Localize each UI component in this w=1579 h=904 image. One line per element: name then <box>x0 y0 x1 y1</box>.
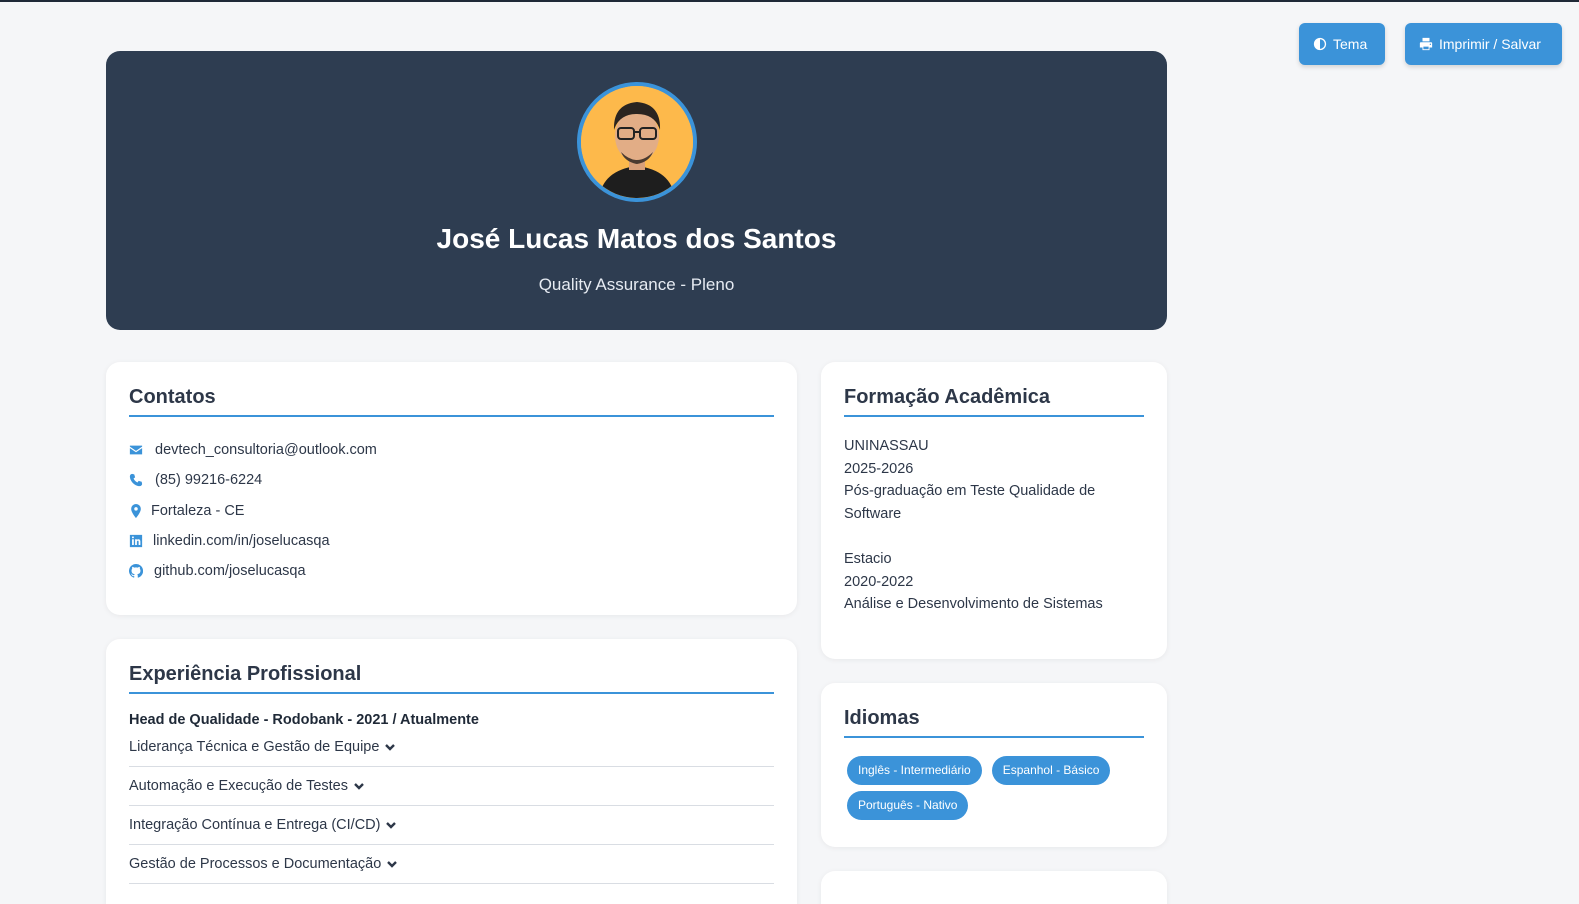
education-list: UNINASSAU 2025-2026 Pós-graduação em Tes… <box>844 435 1144 616</box>
contact-email-text: devtech_consultoria@outlook.com <box>155 442 377 459</box>
contact-github-text: github.com/joselucasqa <box>154 563 306 580</box>
accordion-label: Liderança Técnica e Gestão de Equipe <box>129 739 380 755</box>
avatar <box>577 82 697 202</box>
avatar-portrait <box>581 86 693 198</box>
experience-card: Experiência Profissional Head de Qualida… <box>106 639 797 904</box>
languages-card: Idiomas Inglês - Intermediário Espanhol … <box>821 683 1167 847</box>
education-entry: Estacio 2020-2022 Análise e Desenvolvime… <box>844 548 1144 616</box>
accordion-cicd[interactable]: Integração Contínua e Entrega (CI/CD) <box>129 806 774 845</box>
education-entry: UNINASSAU 2025-2026 Pós-graduação em Tes… <box>844 435 1144 525</box>
theme-button[interactable]: Tema <box>1299 23 1385 65</box>
profile-name: José Lucas Matos dos Santos <box>436 223 837 254</box>
next-card <box>821 871 1167 904</box>
contact-location-text: Fortaleza - CE <box>151 502 245 519</box>
education-course: Análise e Desenvolvimento de Sistemas <box>844 596 1103 612</box>
contacts-card: Contatos devtech_consultoria@outlook.com… <box>106 362 797 615</box>
github-icon <box>129 564 143 578</box>
language-badge: Espanhol - Básico <box>991 756 1111 785</box>
chevron-down-icon <box>385 744 396 751</box>
phone-icon <box>129 474 143 487</box>
profile-header: José Lucas Matos dos Santos Quality Assu… <box>106 51 1167 330</box>
chevron-down-icon <box>354 783 364 790</box>
half-circle-icon <box>1313 37 1327 51</box>
experience-title: Experiência Profissional <box>129 663 774 694</box>
contact-phone[interactable]: (85) 99216-6224 <box>129 465 774 495</box>
languages-title: Idiomas <box>844 707 1144 738</box>
accordion-label: Gestão de Processos e Documentação <box>129 856 382 872</box>
education-period: 2020-2022 <box>844 573 914 590</box>
accordion-processes[interactable]: Gestão de Processos e Documentação <box>129 845 774 884</box>
accordion-leadership[interactable]: Liderança Técnica e Gestão de Equipe <box>129 728 774 767</box>
education-school: Estacio <box>844 551 892 567</box>
contact-linkedin-text: linkedin.com/in/joselucasqa <box>153 533 330 550</box>
language-badge: Português - Nativo <box>847 791 969 820</box>
print-save-button[interactable]: Imprimir / Salvar <box>1405 23 1562 65</box>
language-badges: Inglês - Intermediário Espanhol - Básico… <box>844 756 1144 820</box>
contact-location: Fortaleza - CE <box>129 496 774 526</box>
map-pin-icon <box>131 503 141 518</box>
education-course: Pós-graduação em Teste Qualidade de Soft… <box>844 483 1096 522</box>
contact-email[interactable]: devtech_consultoria@outlook.com <box>129 435 774 465</box>
accordion-label: Automação e Execução de Testes <box>129 778 348 794</box>
education-period: 2025-2026 <box>844 460 914 477</box>
envelope-icon <box>129 445 143 455</box>
contact-phone-text: (85) 99216-6224 <box>155 472 263 489</box>
education-card: Formação Acadêmica UNINASSAU 2025-2026 P… <box>821 362 1167 659</box>
accordion-label: Integração Contínua e Entrega (CI/CD) <box>129 817 381 833</box>
education-title: Formação Acadêmica <box>844 386 1144 417</box>
printer-icon <box>1419 37 1433 51</box>
theme-button-label: Tema <box>1333 36 1368 52</box>
language-badge: Inglês - Intermediário <box>847 756 982 785</box>
contact-linkedin[interactable]: linkedin.com/in/joselucasqa <box>129 526 774 556</box>
contact-github[interactable]: github.com/joselucasqa <box>129 556 774 586</box>
contact-list: devtech_consultoria@outlook.com (85) 992… <box>129 435 774 586</box>
profile-role: Quality Assurance - Pleno <box>538 275 735 294</box>
education-school: UNINASSAU <box>844 438 929 454</box>
linkedin-icon <box>129 534 143 548</box>
chevron-down-icon <box>387 861 398 868</box>
contacts-title: Contatos <box>129 386 774 417</box>
accordion-automation[interactable]: Automação e Execução de Testes <box>129 767 774 806</box>
print-save-button-label: Imprimir / Salvar <box>1439 36 1541 52</box>
job-title: Head de Qualidade - Rodobank - 2021 / At… <box>129 712 479 728</box>
chevron-down-icon <box>386 822 397 829</box>
